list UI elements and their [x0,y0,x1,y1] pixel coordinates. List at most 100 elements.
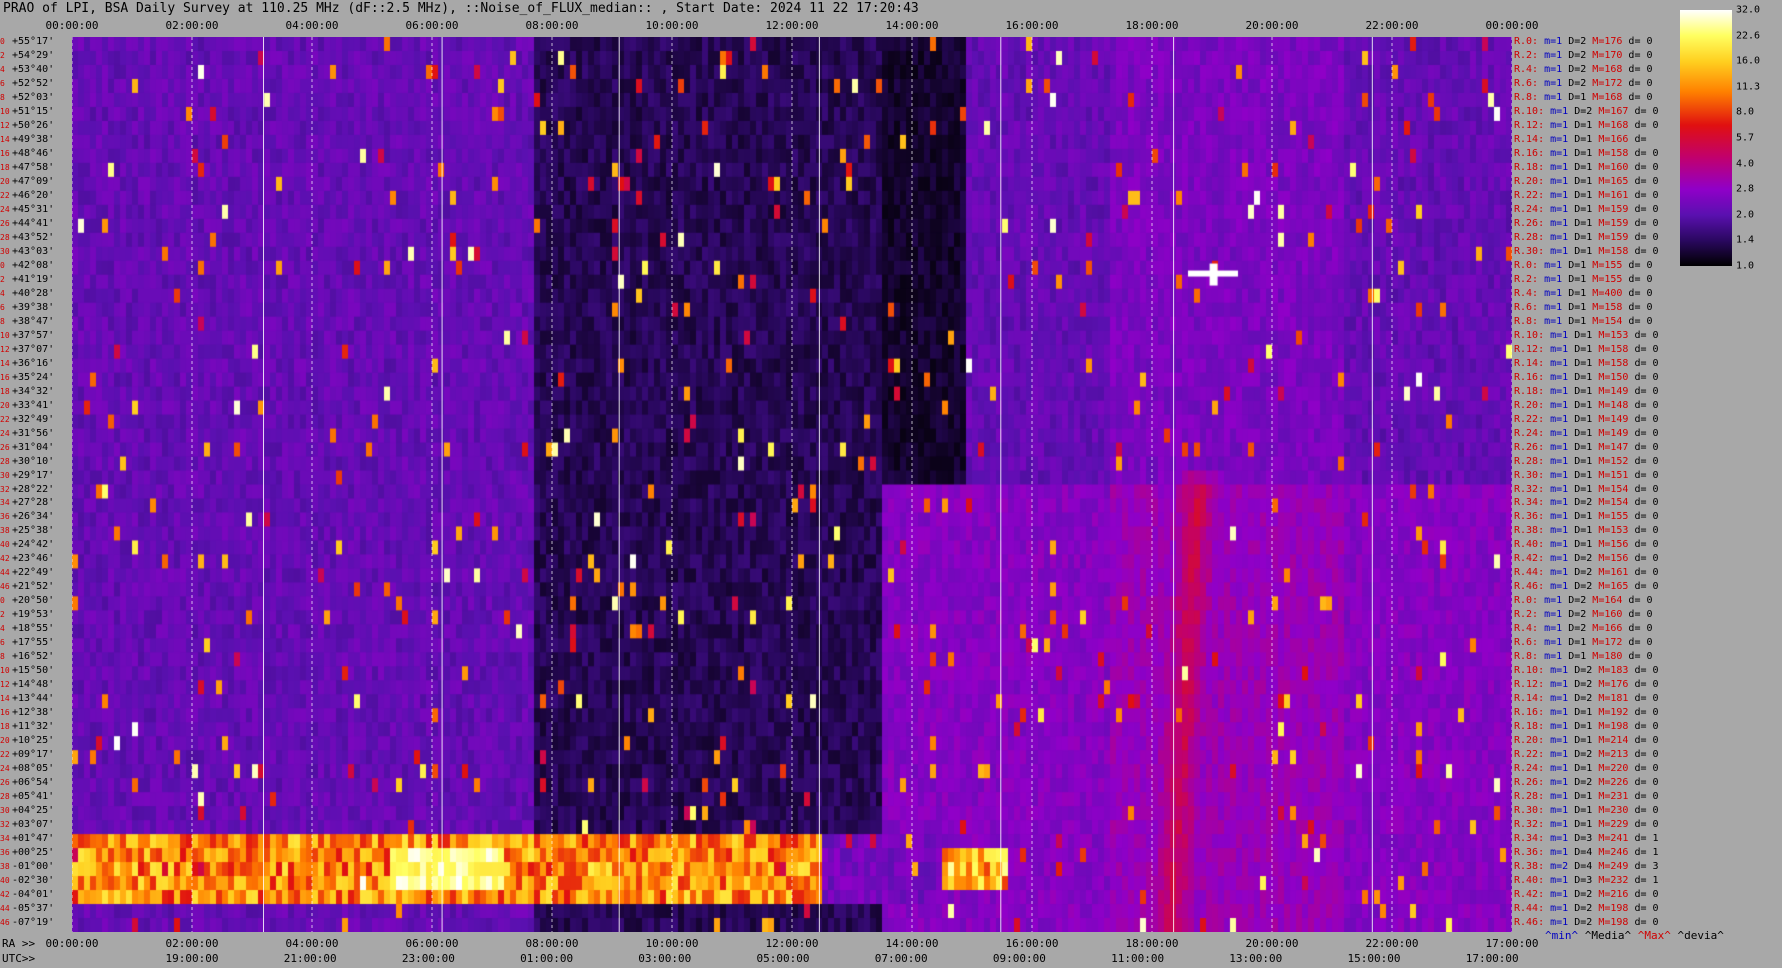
stat-median: D=1 [1568,133,1593,145]
dec-label: +30°10' [12,455,55,467]
dec-index: 8 [0,92,5,102]
stat-beam: R.40: [1514,875,1545,887]
stat-beam: R.38: [1514,525,1545,537]
stat-row: R.30: m=1 D=1 M=230 d= 0 [1514,804,1694,818]
utc-tick-label: 01:00:00 [520,952,574,965]
dec-row: 30 +04°25' [0,804,72,818]
stat-beam: R.26: [1514,777,1545,789]
stat-median: D=1 [1568,245,1593,257]
stat-row: R.34: m=1 D=2 M=154 d= 0 [1514,496,1694,510]
stat-median: D=2 [1562,595,1587,607]
stat-max: M=159 [1592,231,1629,243]
stat-beam: R.44: [1514,567,1545,579]
stat-max: M=170 [1586,49,1623,61]
stat-dev: d= [1628,133,1653,145]
stat-row: R.22: m=1 D=1 M=161 d= 0 [1514,189,1694,203]
stat-beam: R.26: [1514,441,1545,453]
stat-beam: R.10: [1514,329,1545,341]
stat-beam: R.24: [1514,763,1545,775]
stat-min: m=1 [1544,357,1569,369]
stat-beam: R.4: [1514,623,1539,635]
heatmap-plot[interactable] [72,37,1512,932]
stat-max: M=154 [1592,483,1629,495]
stat-median: D=1 [1568,231,1593,243]
stat-min: m=1 [1544,189,1569,201]
stat-max: M=168 [1586,91,1623,103]
stat-min: m=1 [1538,637,1563,649]
stat-dev: d= 0 [1628,539,1659,551]
stat-median: D=1 [1568,343,1593,355]
stat-median: D=1 [1562,637,1587,649]
stat-median: D=1 [1568,469,1593,481]
dec-row: 32 +03°07' [0,818,72,832]
stat-median: D=1 [1568,413,1593,425]
stat-dev: d= 0 [1628,567,1659,579]
dec-label: +31°56' [12,427,55,439]
stat-min: m=1 [1544,875,1569,887]
stat-min: m=1 [1544,889,1569,901]
dec-index: 46 [0,918,10,928]
stat-beam: R.12: [1514,119,1545,131]
stat-min: m=1 [1544,791,1569,803]
stat-min: m=1 [1544,903,1569,915]
dec-index: 14 [0,358,10,368]
dec-row: 18 +34°32' [0,385,72,399]
stat-median: D=2 [1568,497,1593,509]
stat-beam: R.12: [1514,343,1545,355]
dec-index: 40 [0,540,10,550]
dec-index: 18 [0,722,10,732]
dec-index: 22 [0,190,10,200]
stat-median: D=1 [1568,455,1593,467]
stat-max: M=213 [1592,749,1629,761]
stat-beam: R.44: [1514,903,1545,915]
stat-min: m=1 [1538,63,1563,75]
dec-row: 40 -02°30' [0,874,72,888]
stat-dev: d= 0 [1622,259,1653,271]
top-tick-label: 06:00:00 [405,19,459,32]
dec-row: 34 +01°47' [0,832,72,846]
stat-median: D=1 [1568,189,1593,201]
stat-beam: R.10: [1514,105,1545,117]
stat-max: M=241 [1592,833,1629,845]
dec-index: 28 [0,456,10,466]
stat-min: m=1 [1538,273,1563,285]
dec-row: 46 -07°19' [0,916,72,930]
stat-row: R.4: m=1 D=2 M=166 d= 0 [1514,622,1694,636]
top-tick-label: 04:00:00 [285,19,339,32]
stat-dev: d= 0 [1622,595,1653,607]
dec-index: 26 [0,442,10,452]
stat-max: M=166 [1586,623,1623,635]
dec-row: 38 +25°38' [0,524,72,538]
stat-dev: d= 0 [1628,217,1659,229]
stat-beam: R.0: [1514,259,1539,271]
stat-dev: d= 0 [1628,707,1659,719]
stat-min: m=1 [1544,749,1569,761]
dec-row: 6 +39°38' [0,301,72,315]
colorbar-tick: 5.7 [1736,132,1755,144]
stat-dev: d= 0 [1628,665,1659,677]
utc-tick-label: 03:00:00 [638,952,692,965]
dec-label: +52°52' [12,77,55,89]
stat-median: D=2 [1568,567,1593,579]
stat-max: M=160 [1586,609,1623,621]
dec-label: +48°46' [12,147,55,159]
dec-row: 6 +17°55' [0,636,72,650]
stat-max: M=249 [1592,861,1629,873]
stat-min: m=1 [1544,119,1569,131]
dec-index: 34 [0,498,10,508]
stat-row: R.0: m=1 D=1 M=155 d= 0 [1514,259,1694,273]
legend-dev: ^devia^ [1677,929,1724,942]
stat-dev: d= 1 [1628,875,1659,887]
stat-max: M=159 [1592,203,1629,215]
dec-index: 0 [0,596,5,606]
stat-max: M=232 [1592,875,1629,887]
stat-max: M=183 [1592,665,1629,677]
stat-min: m=1 [1544,679,1569,691]
stat-row: R.18: m=1 D=1 M=160 d= 0 [1514,161,1694,175]
stat-dev: d= 0 [1628,371,1659,383]
stat-max: M=166 [1592,133,1629,145]
dec-index: 38 [0,526,10,536]
dec-row: 36 +00°25' [0,846,72,860]
stat-median: D=2 [1562,623,1587,635]
ra-tick-label: 00:00:00 [45,937,99,950]
